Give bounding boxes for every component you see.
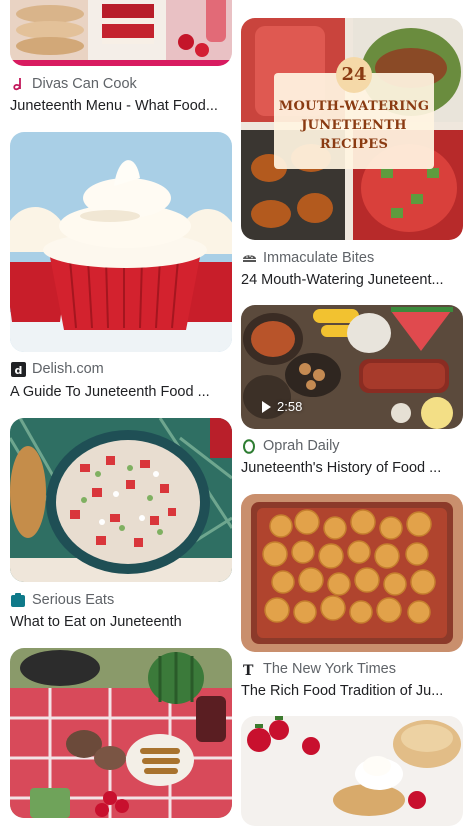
result-source-label: Delish.com bbox=[32, 361, 104, 377]
serious-eats-logo-icon bbox=[10, 592, 26, 608]
result-thumbnail[interactable] bbox=[10, 132, 232, 352]
result-source: Oprah Daily bbox=[241, 438, 340, 454]
oprah-daily-logo-icon bbox=[241, 438, 257, 454]
nyt-logo-icon: T bbox=[241, 661, 257, 677]
video-duration: 2:58 bbox=[277, 399, 303, 414]
result-thumbnail[interactable] bbox=[10, 0, 232, 66]
svg-text:d: d bbox=[14, 364, 22, 377]
result-title[interactable]: A Guide To Juneteenth Food ... bbox=[10, 384, 232, 400]
result-source-label: Serious Eats bbox=[32, 592, 115, 608]
divas-can-cook-logo-icon bbox=[10, 76, 26, 92]
result-source: T The New York Times bbox=[241, 661, 396, 677]
result-source: d Delish.com bbox=[10, 361, 104, 377]
result-source-label: Oprah Daily bbox=[263, 438, 340, 454]
result-source: Immaculate Bites bbox=[241, 250, 374, 266]
result-title[interactable]: Juneteenth's History of Food ... bbox=[241, 460, 463, 476]
result-thumbnail[interactable] bbox=[241, 494, 463, 652]
svg-text:T: T bbox=[243, 663, 254, 677]
result-thumbnail[interactable] bbox=[10, 418, 232, 582]
result-title[interactable]: 24 Mouth-Watering Juneteent... bbox=[241, 272, 463, 288]
result-source-label: Immaculate Bites bbox=[263, 250, 375, 266]
video-duration-badge: 2:58 bbox=[262, 399, 302, 414]
immaculate-bites-logo-icon bbox=[241, 250, 257, 266]
play-icon bbox=[262, 400, 271, 413]
result-source-label: Divas Can Cook bbox=[32, 76, 137, 92]
result-title[interactable]: What to Eat on Juneteenth bbox=[10, 614, 232, 630]
result-thumbnail[interactable] bbox=[10, 648, 232, 818]
overlay-recipe-text: MOUTH-WATERING JUNETEENTH RECIPES bbox=[278, 99, 430, 152]
thumbnail-overlay-title: 24 MOUTH-WATERING JUNETEENTH RECIPES bbox=[274, 57, 434, 169]
overlay-recipe-count: 24 bbox=[336, 57, 372, 93]
result-source-label: The New York Times bbox=[263, 661, 396, 677]
result-thumbnail[interactable] bbox=[241, 716, 463, 826]
result-source: Divas Can Cook bbox=[10, 76, 137, 92]
result-title[interactable]: Juneteenth Menu - What Food... bbox=[10, 98, 232, 114]
result-title[interactable]: The Rich Food Tradition of Ju... bbox=[241, 683, 463, 699]
delish-logo-icon: d bbox=[10, 361, 26, 377]
result-source: Serious Eats bbox=[10, 592, 114, 608]
